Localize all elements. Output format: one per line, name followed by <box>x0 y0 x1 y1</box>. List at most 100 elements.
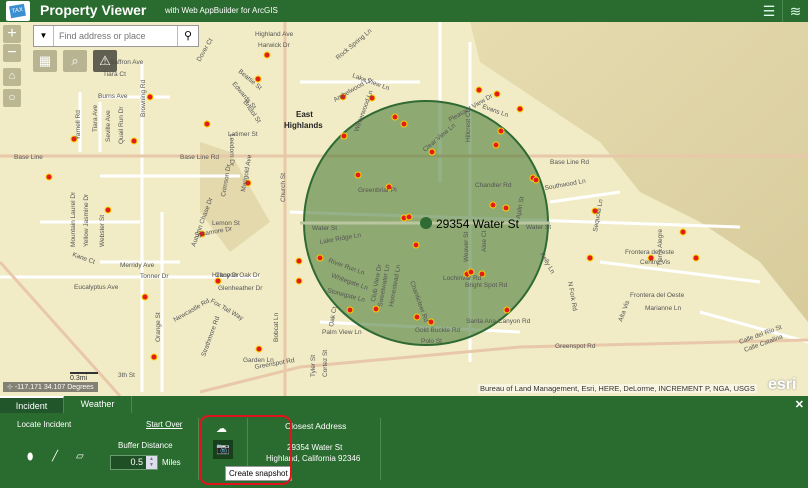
coordinate-readout[interactable]: ⊹ -117.171 34.107 Degrees <box>3 382 98 392</box>
spinner-arrows[interactable]: ▲ ▼ <box>146 456 157 469</box>
line-tool-icon[interactable]: ╱ <box>52 451 58 462</box>
legend-list-icon[interactable]: ☰ <box>756 0 782 22</box>
parcel-point[interactable] <box>679 228 687 236</box>
place-label-east: East <box>296 110 313 119</box>
scale-bar: 0.3mi <box>70 372 98 382</box>
street-label: Browning Rd <box>140 79 147 117</box>
grid-icon: ▦ <box>38 53 52 68</box>
tab-weather[interactable]: Weather <box>64 396 132 413</box>
place-label-highlands: Highlands <box>284 121 323 130</box>
app-header: TAX Property Viewer with Web AppBuilder … <box>0 0 808 22</box>
street-label: Rock Spring Ln <box>335 27 374 61</box>
parcel-point[interactable] <box>502 204 510 212</box>
parcel-point[interactable] <box>104 206 112 214</box>
parcel-point[interactable] <box>316 254 324 262</box>
parcel-point[interactable] <box>150 353 158 361</box>
street-label: Cortez St <box>322 350 329 377</box>
zoom-in-button[interactable]: + <box>3 25 21 43</box>
layers-icon[interactable]: ≋ <box>782 0 808 22</box>
street-label: Mountain Laurel Dr <box>70 191 77 247</box>
street-label: Alta Vis <box>617 299 631 323</box>
search-button[interactable]: ⚲ <box>177 26 198 46</box>
parcel-point[interactable] <box>400 120 408 128</box>
parcel-point[interactable] <box>586 254 594 262</box>
locate-incident-label: Locate Incident <box>17 420 72 429</box>
parcel-point[interactable] <box>493 90 501 98</box>
street-label: Newcastle Rd <box>173 297 212 323</box>
tax-logo-icon: TAX <box>9 3 26 19</box>
street-label: Strathmore Rd <box>200 315 221 357</box>
parcel-point[interactable] <box>141 293 149 301</box>
street-label: Quail Run Dr <box>118 106 125 144</box>
parcel-point[interactable] <box>516 105 524 113</box>
parcel-point[interactable] <box>346 306 354 314</box>
locate-button[interactable]: ○ <box>3 89 21 107</box>
highlight-annotation <box>199 415 292 485</box>
start-over-link[interactable]: Start Over <box>146 420 182 429</box>
street-label: Base Line Rd <box>180 154 219 161</box>
search-icon: ⚲ <box>183 30 193 42</box>
incident-point[interactable] <box>420 217 432 229</box>
parcel-point[interactable] <box>692 254 700 262</box>
map-view[interactable]: 29354 Water St East Highlands Highland A… <box>0 22 808 396</box>
buffer-distance-input[interactable]: 0.5 ▲ ▼ <box>110 455 158 470</box>
street-label: Base Line <box>14 154 43 161</box>
parcel-point[interactable] <box>497 127 505 135</box>
street-label: Glenheather Dr <box>218 285 263 292</box>
tab-incident[interactable]: Incident <box>0 396 64 413</box>
parcel-point[interactable] <box>146 93 154 101</box>
street-label: Aloe Ct <box>481 230 488 252</box>
search-source-dropdown[interactable]: ▼ <box>34 26 54 46</box>
search-input[interactable] <box>54 26 177 46</box>
parcel-point[interactable] <box>391 113 399 121</box>
parcel-point[interactable] <box>532 176 540 184</box>
street-label: Greenspot Rd <box>555 343 596 350</box>
parcel-point[interactable] <box>413 313 421 321</box>
parcel-point[interactable] <box>263 51 271 59</box>
parcel-point[interactable] <box>412 241 420 249</box>
closest-address-title: Closest Address <box>285 421 347 431</box>
street-label: Tiara Ct <box>103 71 126 78</box>
parcel-point[interactable] <box>340 132 348 140</box>
parcel-point[interactable] <box>295 257 303 265</box>
parcel-point[interactable] <box>489 201 497 209</box>
close-panel-button[interactable]: ✕ <box>795 398 804 411</box>
parcel-search-button[interactable]: ⌕ <box>63 50 87 72</box>
street-label: Southwood Ln <box>544 178 587 192</box>
incident-widget-button[interactable]: ⚠ <box>93 50 117 72</box>
parcel-point[interactable] <box>475 86 483 94</box>
street-label: Burns Ave <box>98 93 128 100</box>
parcel-point[interactable] <box>203 120 211 128</box>
search-parcel-icon: ⌕ <box>71 53 79 68</box>
street-label: Leedom Dr <box>228 134 235 167</box>
basemap-gallery-button[interactable]: ▦ <box>33 50 57 72</box>
street-label: Highland Ave <box>255 31 294 38</box>
street-label: Orange St <box>155 312 162 342</box>
street-label: Gold Buckle Rd <box>415 327 461 334</box>
parcel-point[interactable] <box>492 141 500 149</box>
street-label: Tiara Ave <box>92 105 99 132</box>
street-label: Water St <box>312 225 337 232</box>
parcel-point[interactable] <box>255 345 263 353</box>
home-button[interactable]: ⌂ <box>3 68 21 86</box>
street-label: Base Line Rd <box>550 159 589 166</box>
parcel-point[interactable] <box>295 277 303 285</box>
polygon-tool-icon[interactable]: ▱ <box>76 451 84 462</box>
parcel-point[interactable] <box>405 213 413 221</box>
street-label: Lochinvar Rd <box>443 275 482 282</box>
street-label: Yellow Jasmine Dr <box>83 193 90 247</box>
coordinate-text: -117.171 34.107 Degrees <box>14 384 94 391</box>
buffer-distance-label: Buffer Distance <box>118 441 173 450</box>
parcel-point[interactable] <box>503 306 511 314</box>
street-label: Harwick Dr <box>258 42 291 49</box>
address-line-1: 29354 Water St <box>287 443 343 452</box>
street-label: Frontera del Oeste <box>630 292 685 299</box>
app-logo: TAX <box>6 1 30 21</box>
parcel-point[interactable] <box>354 171 362 179</box>
bottom-panel: Incident Weather ✕ Locate Incident Start… <box>0 396 808 488</box>
parcel-point[interactable] <box>45 173 53 181</box>
zoom-out-button[interactable]: − <box>3 44 21 62</box>
street-label: Greenbriar Pl <box>358 187 397 194</box>
point-tool-icon[interactable]: ⬮ <box>27 452 33 463</box>
parcel-point[interactable] <box>130 137 138 145</box>
